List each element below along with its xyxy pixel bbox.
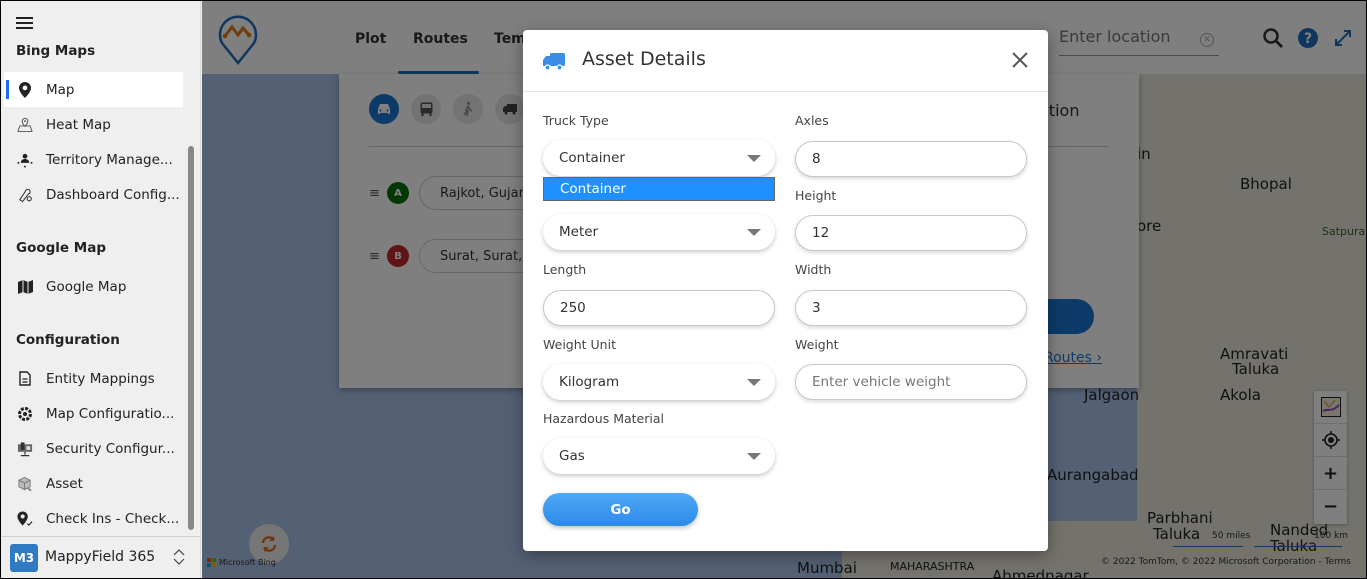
sidebar-item-map[interactable]: Map bbox=[4, 72, 183, 107]
sidebar-item-label: Dashboard Config... bbox=[46, 186, 180, 203]
sidebar-item-map-configuration[interactable]: Map Configuratio... bbox=[4, 396, 183, 431]
sidebar-item-heat-map[interactable]: Heat Map bbox=[4, 107, 183, 142]
sidebar-scrollbar[interactable] bbox=[188, 146, 194, 530]
chevron-down-icon bbox=[747, 379, 761, 386]
height-field[interactable] bbox=[795, 215, 1027, 251]
sidebar-item-label: Territory Manage... bbox=[46, 151, 173, 168]
sidebar-item-google-map[interactable]: Google Map bbox=[4, 269, 183, 304]
truck-icon bbox=[543, 53, 565, 71]
hazardous-material-value: Gas bbox=[559, 448, 585, 464]
width-field[interactable] bbox=[795, 290, 1027, 326]
sidebar-item-label: Entity Mappings bbox=[46, 370, 155, 387]
org-name: MappyField 365 bbox=[45, 549, 156, 565]
close-icon[interactable] bbox=[1009, 49, 1031, 71]
section-title-configuration: Configuration bbox=[16, 332, 120, 348]
weight-field[interactable] bbox=[795, 364, 1027, 400]
length-label: Length bbox=[543, 262, 587, 277]
sidebar-item-label: Heat Map bbox=[46, 116, 111, 133]
dashboard-config-icon bbox=[17, 187, 33, 203]
asset-box-icon bbox=[17, 476, 33, 492]
org-badge: M3 bbox=[10, 544, 38, 572]
sidebar: Bing Maps Map Heat Map Territory Manage.… bbox=[1, 1, 201, 578]
truck-type-select[interactable]: Container bbox=[543, 140, 775, 176]
sidebar-item-dashboard-config[interactable]: Dashboard Config... bbox=[4, 177, 183, 212]
sidebar-item-asset[interactable]: Asset bbox=[4, 466, 183, 501]
axles-field[interactable] bbox=[795, 141, 1027, 177]
document-icon bbox=[17, 371, 33, 387]
truck-type-value: Container bbox=[559, 150, 625, 166]
dimension-unit-select[interactable]: Meter bbox=[543, 214, 775, 250]
gear-icon bbox=[17, 406, 33, 422]
app-window: Bing Maps Map Heat Map Territory Manage.… bbox=[0, 0, 1367, 579]
org-switcher[interactable]: M3 MappyField 365 bbox=[1, 536, 200, 578]
hamburger-menu-icon[interactable] bbox=[16, 17, 33, 29]
weight-unit-select[interactable]: Kilogram bbox=[543, 364, 775, 400]
sidebar-item-entity-mappings[interactable]: Entity Mappings bbox=[4, 361, 183, 396]
hazardous-material-label: Hazardous Material bbox=[543, 411, 664, 426]
axles-label: Axles bbox=[795, 113, 829, 128]
height-label: Height bbox=[795, 188, 837, 203]
chevron-up-down-icon[interactable] bbox=[171, 547, 187, 567]
width-label: Width bbox=[795, 262, 832, 277]
chevron-down-icon bbox=[747, 155, 761, 162]
truck-type-option[interactable]: Container bbox=[543, 177, 775, 201]
hazardous-material-select[interactable]: Gas bbox=[543, 438, 775, 474]
width-input[interactable] bbox=[812, 300, 1012, 316]
dialog-header: Asset Details bbox=[523, 30, 1048, 92]
sidebar-item-label: Google Map bbox=[46, 278, 127, 295]
section-title-google-map: Google Map bbox=[16, 240, 106, 256]
territory-icon bbox=[17, 152, 33, 168]
weight-unit-label: Weight Unit bbox=[543, 337, 616, 352]
security-icon bbox=[17, 441, 33, 457]
length-field[interactable] bbox=[543, 290, 775, 326]
truck-type-label: Truck Type bbox=[543, 113, 609, 128]
sidebar-item-check-ins[interactable]: Check Ins - Check... bbox=[4, 501, 183, 536]
sidebar-item-territory-management[interactable]: Territory Manage... bbox=[4, 142, 183, 177]
google-map-icon bbox=[17, 279, 33, 295]
dimension-unit-value: Meter bbox=[559, 224, 599, 240]
length-input[interactable] bbox=[560, 300, 760, 316]
heat-map-icon bbox=[17, 117, 33, 133]
weight-label: Weight bbox=[795, 337, 839, 352]
weight-input[interactable] bbox=[812, 374, 1012, 390]
asset-details-dialog: Asset Details Truck Type Container Axles… bbox=[523, 30, 1048, 551]
go-button[interactable]: Go bbox=[543, 493, 698, 526]
sidebar-item-label: Security Configur... bbox=[46, 440, 175, 457]
dialog-title: Asset Details bbox=[582, 48, 706, 70]
weight-unit-value: Kilogram bbox=[559, 374, 620, 390]
sidebar-item-label: Map bbox=[46, 81, 75, 98]
sidebar-item-label: Asset bbox=[46, 475, 83, 492]
section-title-bing-maps: Bing Maps bbox=[16, 43, 96, 59]
height-input[interactable] bbox=[812, 225, 1012, 241]
chevron-down-icon bbox=[747, 229, 761, 236]
axles-input[interactable] bbox=[812, 151, 1012, 167]
sidebar-item-security-configuration[interactable]: Security Configur... bbox=[4, 431, 183, 466]
check-in-pin-icon bbox=[17, 510, 33, 527]
sidebar-item-label: Check Ins - Check... bbox=[46, 510, 180, 527]
sidebar-item-label: Map Configuratio... bbox=[46, 405, 175, 422]
chevron-down-icon bbox=[747, 453, 761, 460]
map-pin-icon bbox=[17, 81, 33, 98]
